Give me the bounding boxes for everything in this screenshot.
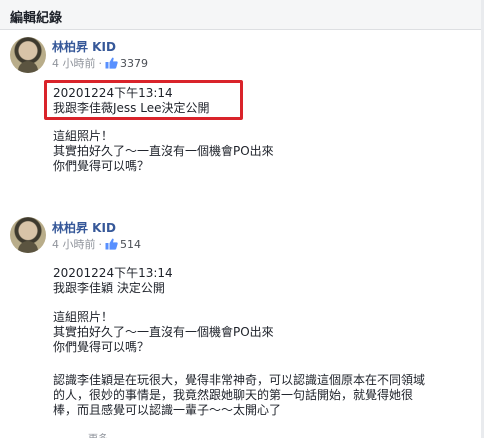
author-name-link[interactable]: 林柏昇 KID [52, 219, 116, 236]
post-body-text: 這組照片！ 其實拍好久了～一直沒有一個機會PO出來 你們覺得可以嗎？ [53, 129, 274, 174]
body-line: 其實拍好久了～一直沒有一個機會PO出來 [53, 325, 274, 339]
timestamp[interactable]: 4 小時前 [52, 55, 96, 71]
body-line: 其實拍好久了～一直沒有一個機會PO出來 [53, 144, 274, 158]
body-line: 這組照片！ [53, 310, 114, 324]
revision-header-text: 20201224下午13:14 我跟李佳薇Jess Lee決定公開 [53, 86, 209, 116]
body-line: 你們覺得可以嗎？ [53, 159, 150, 173]
like-icon [105, 238, 118, 250]
revision-datetime-line: 20201224下午13:14 [53, 266, 173, 280]
dialog-header: 編輯紀錄 [0, 0, 484, 30]
post-meta: 4 小時前 · 514 [52, 236, 141, 252]
dialog-title: 編輯紀錄 [10, 11, 63, 26]
post-paragraph: 認識李佳穎是在玩很大，覺得非常神奇，可以認識這個原本在不同領域的人，很妙的事情是… [53, 373, 426, 417]
author-name-link[interactable]: 林柏昇 KID [52, 38, 116, 55]
revision-entry: 林柏昇 KID 4 小時前 · 514 20201224下午13:14 我跟李佳… [0, 208, 484, 417]
revision-announcement-line: 我跟李佳穎 決定公開 [53, 281, 165, 295]
avatar[interactable] [10, 217, 46, 253]
reaction-count[interactable]: 3379 [120, 57, 148, 70]
separator-dot: · [98, 237, 103, 251]
body-line: 你們覺得可以嗎？ [53, 340, 150, 354]
revision-header-text: 20201224下午13:14 我跟李佳穎 決定公開 [53, 266, 173, 296]
post-meta: 4 小時前 · 3379 [52, 55, 148, 71]
post-body-text: 這組照片！ 其實拍好久了～一直沒有一個機會PO出來 你們覺得可以嗎？ [53, 310, 274, 355]
reaction-count[interactable]: 514 [120, 238, 141, 251]
like-icon [105, 57, 118, 69]
separator-dot: · [98, 56, 103, 70]
see-more-link[interactable]: 更多 [88, 430, 108, 438]
timestamp[interactable]: 4 小時前 [52, 236, 96, 252]
revision-datetime-line: 20201224下午13:14 [53, 86, 173, 100]
avatar[interactable] [10, 37, 46, 73]
body-line: 這組照片！ [53, 129, 114, 143]
revision-announcement-line: 我跟李佳薇Jess Lee決定公開 [53, 101, 210, 115]
